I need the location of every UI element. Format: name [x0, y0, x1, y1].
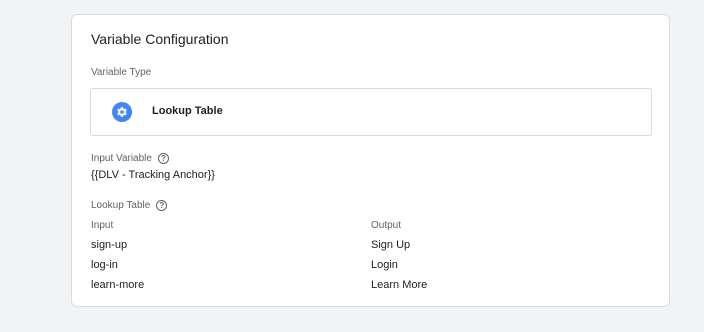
- row-input-value: sign-up: [91, 239, 128, 251]
- output-column-header: Output: [371, 220, 402, 231]
- variable-type-name: Lookup Table: [152, 105, 223, 117]
- variable-type-selector[interactable]: Lookup Table: [90, 88, 652, 136]
- lookup-table-label-text: Lookup Table: [91, 200, 151, 211]
- row-input-value: learn-more: [91, 279, 145, 291]
- gear-icon: [112, 102, 132, 122]
- help-icon[interactable]: ?: [157, 153, 169, 164]
- row-output-value: Learn More: [371, 279, 428, 291]
- card-title: Variable Configuration: [91, 31, 229, 47]
- variable-type-label-text: Variable Type: [91, 67, 152, 78]
- variable-type-label: Variable Type: [91, 67, 151, 78]
- variable-configuration-card: Variable Configuration Variable Type Loo…: [71, 14, 670, 307]
- row-output-value: Login: [371, 259, 398, 271]
- input-variable-value: {{DLV - Tracking Anchor}}: [91, 169, 215, 181]
- input-variable-label: Input Variable ?: [91, 153, 169, 164]
- help-icon[interactable]: ?: [156, 200, 168, 211]
- lookup-table-label: Lookup Table ?: [91, 200, 168, 211]
- row-output-value: Sign Up: [371, 239, 411, 251]
- input-variable-label-text: Input Variable: [91, 153, 152, 164]
- row-input-value: log-in: [91, 259, 118, 271]
- input-column-header: Input: [91, 220, 114, 231]
